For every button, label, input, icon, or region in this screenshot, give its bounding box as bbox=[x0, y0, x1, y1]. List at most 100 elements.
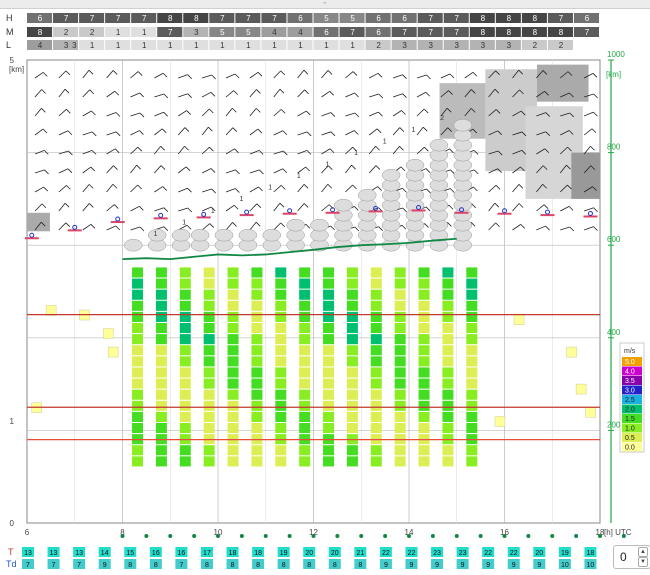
speed-cell bbox=[323, 334, 335, 345]
speed-cell bbox=[346, 300, 358, 311]
speed-cell bbox=[394, 356, 406, 367]
cloud-cover-value: 1 bbox=[220, 41, 225, 50]
meteogram-frame: ⌃ H6777788777655667788876M82211735544676… bbox=[0, 0, 650, 573]
dewpoint-value: 7 bbox=[52, 562, 56, 569]
speed-cell bbox=[346, 400, 358, 411]
temperature-value: 22 bbox=[510, 550, 518, 557]
cloud-number: 2 bbox=[440, 115, 444, 122]
speed-cell bbox=[370, 456, 382, 467]
speed-cell bbox=[442, 389, 454, 400]
speed-cell bbox=[251, 400, 263, 411]
temperature-value: 20 bbox=[535, 550, 543, 557]
speed-cell bbox=[323, 311, 335, 322]
speed-cell bbox=[442, 411, 454, 422]
dewpoint-value: 10 bbox=[561, 562, 569, 569]
speed-cell bbox=[132, 400, 144, 411]
speed-cell bbox=[251, 411, 263, 422]
speed-cell bbox=[299, 289, 311, 300]
cumulus-puff bbox=[358, 188, 377, 202]
speed-cell bbox=[227, 334, 239, 345]
cloud-cover-value: 1 bbox=[298, 41, 303, 50]
speed-cell bbox=[275, 322, 287, 334]
temperature-value: 17 bbox=[203, 550, 211, 557]
cloud-cover-value: 1 bbox=[142, 41, 147, 50]
cloud-cover-value: 1 bbox=[168, 41, 173, 50]
speed-cell bbox=[299, 278, 311, 289]
weather-symbol bbox=[502, 534, 507, 538]
speed-cell bbox=[179, 378, 191, 389]
cloud-cover-value: 4 bbox=[38, 41, 43, 50]
meteogram-chart: H 6 7 7 7 7 8 8 7 7 7 6 5 5 6 6 7 7 8 8 8 7 6M 8 2 2 1 1 7 3 5 5 4 4 6 7 6 7 7… bbox=[6, 13, 645, 569]
speed-cell bbox=[203, 300, 215, 311]
speed-cell bbox=[418, 334, 430, 345]
cloud-cover-value: 7 bbox=[168, 28, 173, 37]
speed-cell bbox=[323, 400, 335, 411]
x-axis-label: [h] UTC bbox=[604, 528, 632, 537]
speed-cell bbox=[466, 345, 478, 356]
cumulus-puff bbox=[124, 238, 143, 252]
cloud-cover-value: 5 bbox=[220, 28, 225, 37]
cloud-block bbox=[27, 212, 50, 232]
offset-stepper[interactable]: 0 ▲ ▼ bbox=[613, 545, 650, 569]
speed-cell bbox=[299, 411, 311, 422]
speed-cell bbox=[251, 322, 263, 334]
speed-cell bbox=[275, 378, 287, 389]
cumulus-puff bbox=[334, 198, 353, 212]
speed-cell bbox=[466, 367, 478, 378]
speed-cell bbox=[346, 389, 358, 400]
speed-cell bbox=[275, 345, 287, 356]
cloud-cover-value: 4 bbox=[298, 28, 303, 37]
cloud-cover-value: 2 bbox=[559, 41, 564, 50]
cloud-cover-value: 8 bbox=[533, 14, 538, 23]
speed-cell bbox=[585, 407, 596, 418]
speed-cell bbox=[251, 345, 263, 356]
speed-cell bbox=[418, 345, 430, 356]
cloud-cover-value: 5 bbox=[246, 28, 251, 37]
dewpoint-value: 9 bbox=[384, 562, 388, 569]
speed-legend-label: 2.5 bbox=[625, 397, 635, 404]
temperature-value: 19 bbox=[280, 550, 288, 557]
increment-icon[interactable]: ▲ bbox=[638, 547, 648, 557]
cloud-cover-value: 7 bbox=[402, 28, 407, 37]
speed-cell bbox=[394, 422, 406, 434]
speed-cell bbox=[323, 345, 335, 356]
cloud-cover-value: 2 bbox=[376, 41, 381, 50]
cumulus-puff bbox=[429, 138, 449, 152]
speed-cell bbox=[299, 367, 311, 378]
dewpoint-value: 8 bbox=[256, 562, 260, 569]
speed-cell bbox=[442, 456, 454, 467]
speed-cell bbox=[394, 445, 406, 456]
temperature-value: 13 bbox=[50, 550, 58, 557]
speed-cell bbox=[227, 445, 239, 456]
cloud-cover-value: 8 bbox=[507, 28, 512, 37]
temperature-value: 16 bbox=[177, 550, 185, 557]
speed-cell bbox=[370, 345, 382, 356]
speed-cell bbox=[466, 445, 478, 456]
speed-cell bbox=[179, 367, 191, 378]
cloud-cover-value: 3 bbox=[481, 41, 486, 50]
speed-cell bbox=[203, 267, 215, 278]
cloud-cover-value: 7 bbox=[350, 28, 355, 37]
resize-handle[interactable]: ⌃ bbox=[0, 0, 650, 9]
cloud-row-label: L bbox=[6, 40, 11, 50]
speed-cell bbox=[227, 367, 239, 378]
speed-cell bbox=[418, 367, 430, 378]
speed-cell bbox=[275, 356, 287, 367]
speed-cell bbox=[155, 456, 167, 467]
speed-cell bbox=[370, 356, 382, 367]
speed-cell bbox=[227, 278, 239, 289]
temperature-value: 19 bbox=[561, 550, 569, 557]
speed-cell bbox=[251, 445, 263, 456]
speed-cell bbox=[466, 311, 478, 322]
speed-cell bbox=[203, 289, 215, 300]
cumulus-puff bbox=[262, 228, 281, 242]
speed-cell bbox=[370, 445, 382, 456]
speed-cell bbox=[466, 289, 478, 300]
weather-symbol bbox=[263, 534, 268, 538]
cumulus-puff bbox=[405, 158, 425, 172]
decrement-icon[interactable]: ▼ bbox=[638, 557, 648, 567]
speed-cell bbox=[418, 456, 430, 467]
speed-cell bbox=[203, 356, 215, 367]
cloud-cover-value: 1 bbox=[194, 41, 199, 50]
speed-cell bbox=[132, 367, 144, 378]
